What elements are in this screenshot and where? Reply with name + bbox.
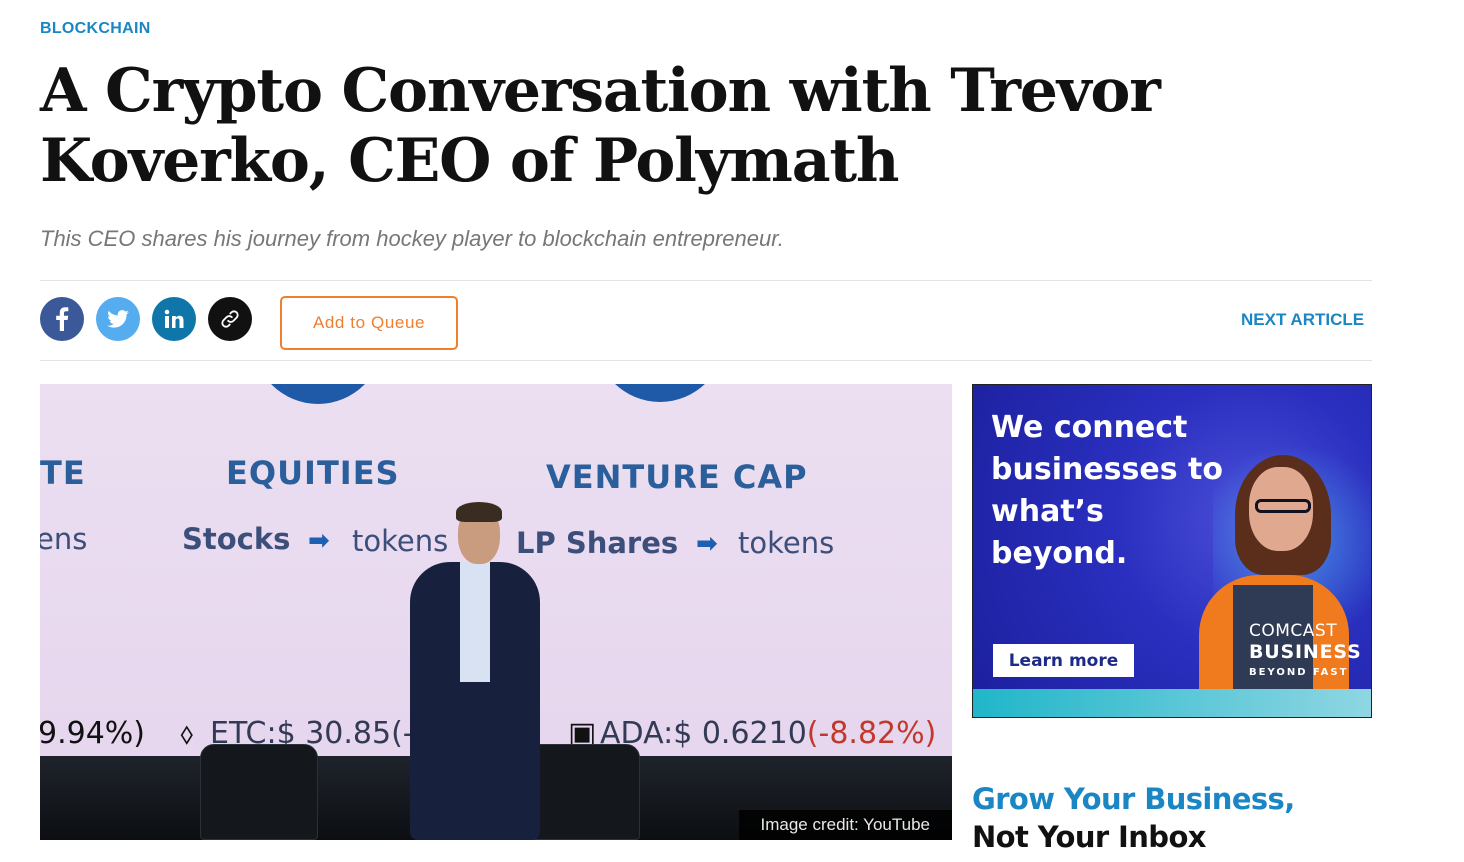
link-icon — [221, 310, 239, 328]
copy-link-button[interactable] — [208, 297, 252, 341]
brand-line-1: COMCAST — [1249, 621, 1338, 641]
category-link[interactable]: BLOCKCHAIN — [40, 20, 151, 38]
slide-text: VENTURE CAP — [546, 458, 808, 496]
slide-text: tokens — [352, 524, 449, 558]
image-credit: Image credit: YouTube — [738, 810, 952, 840]
ad-strip — [973, 689, 1371, 717]
advertisement[interactable]: We connect businesses to what’s beyond. … — [972, 384, 1372, 718]
speaker-shirt — [460, 562, 490, 682]
ad-person-glasses — [1255, 499, 1311, 513]
ticker-text: 9.94%) — [40, 716, 146, 751]
newsletter-promo[interactable]: Grow Your Business, Not Your Inbox — [972, 780, 1295, 856]
ethereum-classic-icon: ⬨ — [180, 716, 194, 751]
stage-chair — [200, 744, 318, 840]
ticker-text: ADA:$ 0.6210(-8.82%) — [600, 716, 937, 751]
twitter-icon — [107, 310, 129, 328]
divider-bottom — [40, 360, 1372, 361]
promo-line-2: Not Your Inbox — [972, 820, 1206, 854]
arrow-icon: ➡ — [308, 526, 330, 556]
arrow-icon: ➡ — [696, 529, 718, 559]
speaker-hair — [456, 502, 502, 522]
ad-headline: We connect businesses to what’s beyond. — [991, 410, 1223, 571]
brand-line-3: BEYOND FAST — [1249, 667, 1349, 678]
slide-text: EQUITIES — [226, 454, 400, 492]
article-dek: This CEO shares his journey from hockey … — [40, 226, 784, 251]
hero-image: TE EQUITIES VENTURE CAP ens Stocks ➡ tok… — [40, 384, 952, 840]
share-linkedin-button[interactable] — [152, 297, 196, 341]
slide-text: tokens — [738, 526, 835, 560]
share-twitter-button[interactable] — [96, 297, 140, 341]
brand-line-2: BUSINESS — [1249, 641, 1362, 663]
facebook-icon — [56, 307, 69, 331]
linkedin-icon — [164, 309, 184, 328]
slide-text: ens — [40, 522, 88, 556]
slide-text: TE — [40, 454, 86, 492]
ad-learn-more-button[interactable]: Learn more — [993, 644, 1134, 677]
article-headline: A Crypto Conversation with Trevor Koverk… — [40, 56, 1161, 196]
share-bar — [40, 297, 252, 341]
share-facebook-button[interactable] — [40, 297, 84, 341]
add-to-queue-button[interactable]: Add to Queue — [280, 296, 458, 350]
promo-line-1: Grow Your Business, — [972, 782, 1295, 816]
slide-text: Stocks — [182, 522, 291, 556]
next-article-link[interactable]: NEXT ARTICLE — [1241, 310, 1364, 330]
slide-text: LP Shares — [516, 526, 679, 560]
comcast-business-logo: COMCAST BUSINESS BEYOND FAST — [1249, 621, 1361, 678]
divider-top — [40, 280, 1372, 281]
